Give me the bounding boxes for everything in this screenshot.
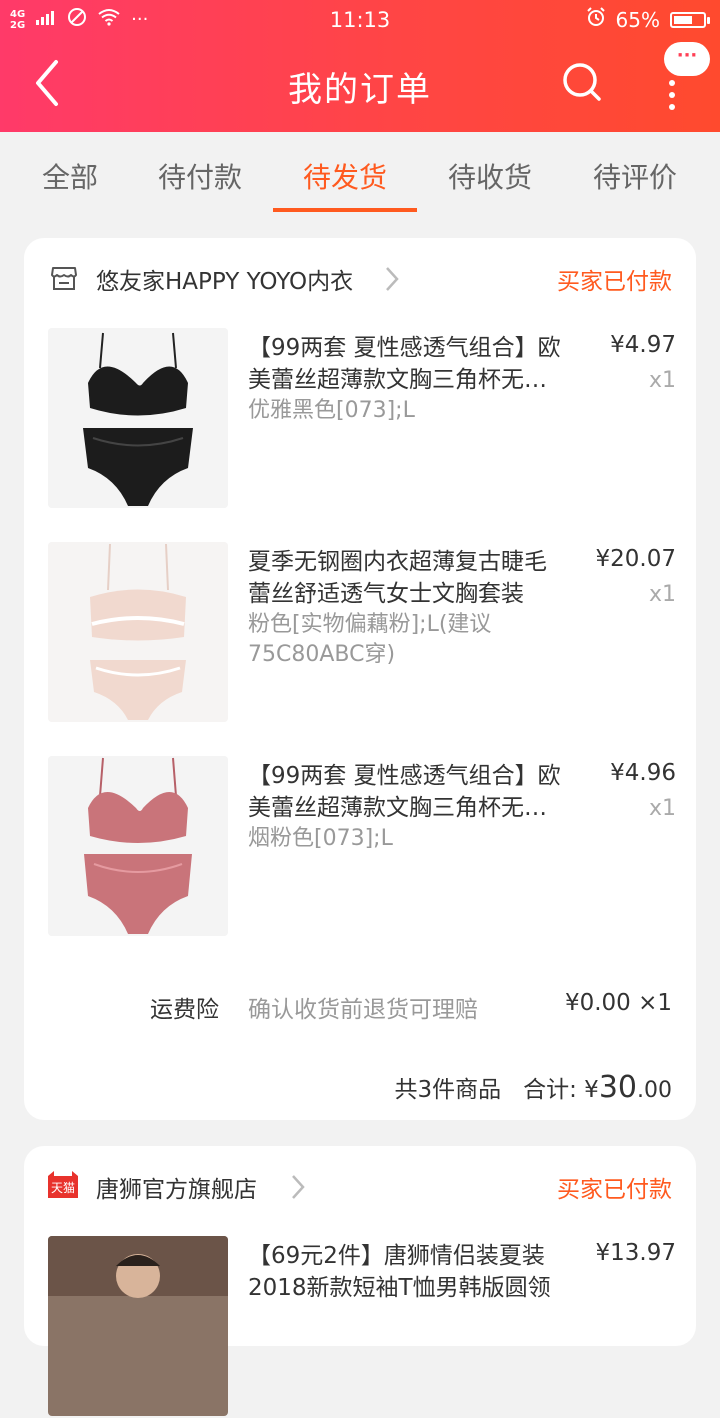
- tab-all[interactable]: 全部: [10, 156, 130, 196]
- product-price: ¥4.96: [610, 760, 676, 786]
- svg-text:天猫: 天猫: [51, 1181, 75, 1195]
- status-bar: 4G 2G ··· 11:13 65%: [0, 0, 720, 40]
- product-title[interactable]: 【69元2件】唐狮情侣装夏装2018新款短袖T恤男韩版圆领: [248, 1240, 568, 1304]
- shop-name[interactable]: 悠友家HAPPY YOYO内衣: [96, 262, 353, 296]
- product-title[interactable]: 【99两套 夏性感透气组合】欧美蕾丝超薄款文胸三角杯无钢圈聚拢内衣套装: [248, 760, 568, 824]
- tmall-badge-icon: 天猫: [46, 1170, 80, 1198]
- order-item[interactable]: 【99两套 夏性感透气组合】欧美蕾丝超薄款文胸三角杯无钢圈聚拢内衣套装 优雅黑色…: [24, 328, 696, 510]
- more-dots-icon: [669, 80, 675, 116]
- alarm-icon: [586, 7, 606, 32]
- search-button[interactable]: [560, 60, 610, 110]
- total-currency: ¥: [584, 1077, 599, 1103]
- product-image[interactable]: [48, 542, 228, 722]
- order-status: 买家已付款: [557, 269, 672, 295]
- chevron-right-icon[interactable]: [384, 266, 400, 292]
- more-menu-button[interactable]: ···: [650, 42, 714, 110]
- insurance-description: 确认收货前退货可理赔: [248, 997, 478, 1023]
- insurance-price: ¥0.00 ×1: [564, 990, 672, 1016]
- order-item[interactable]: 夏季无钢圈内衣超薄复古睫毛蕾丝舒适透气女士文胸套装 粉色[实物偏藕粉];L(建议…: [24, 542, 696, 724]
- total-label: 合计:: [523, 1077, 577, 1103]
- product-image[interactable]: [48, 756, 228, 936]
- message-bubble-icon[interactable]: ···: [664, 42, 710, 76]
- store-icon: [50, 264, 78, 292]
- product-image[interactable]: [48, 1236, 228, 1416]
- order-card[interactable]: 天猫 唐狮官方旗舰店 买家已付款 【69元2件】唐狮情侣装夏装2018新款短袖T…: [24, 1146, 696, 1416]
- product-title[interactable]: 【99两套 夏性感透气组合】欧美蕾丝超薄款文胸三角杯无钢圈聚拢内衣套装: [248, 332, 568, 396]
- tab-pending-payment[interactable]: 待付款: [140, 156, 260, 196]
- product-price: ¥20.07: [595, 546, 676, 572]
- shop-name[interactable]: 唐狮官方旗舰店: [96, 1170, 257, 1204]
- order-card[interactable]: 悠友家HAPPY YOYO内衣 买家已付款 【99两套 夏性感透气组合】欧美蕾丝…: [24, 238, 696, 1120]
- tab-pending-receipt[interactable]: 待收货: [430, 156, 550, 196]
- order-tabs: 全部 待付款 待发货 待收货 待评价: [0, 132, 720, 218]
- product-spec: 烟粉色[073];L: [248, 826, 393, 851]
- battery-percent: 65%: [615, 7, 660, 32]
- product-quantity: x1: [648, 796, 676, 821]
- product-title[interactable]: 夏季无钢圈内衣超薄复古睫毛蕾丝舒适透气女士文胸套装: [248, 546, 568, 610]
- product-spec: 粉色[实物偏藕粉];L(建议75C80ABC穿): [248, 612, 492, 667]
- battery-icon: [670, 11, 710, 28]
- shop-header[interactable]: 天猫 唐狮官方旗舰店 买家已付款: [24, 1146, 696, 1228]
- chevron-right-icon[interactable]: [290, 1174, 306, 1200]
- order-item[interactable]: 【99两套 夏性感透气组合】欧美蕾丝超薄款文胸三角杯无钢圈聚拢内衣套装 烟粉色[…: [24, 756, 696, 938]
- order-item[interactable]: 【69元2件】唐狮情侣装夏装2018新款短袖T恤男韩版圆领 ¥13.97: [24, 1236, 696, 1418]
- product-image[interactable]: [48, 328, 228, 508]
- product-price: ¥4.97: [610, 332, 676, 358]
- product-quantity: x1: [648, 582, 676, 607]
- shipping-insurance-row: 运费险 确认收货前退货可理赔 ¥0.00 ×1: [24, 990, 696, 1030]
- product-spec: 优雅黑色[073];L: [248, 398, 415, 423]
- product-price: ¥13.97: [595, 1240, 676, 1266]
- item-count: 共3件商品: [394, 1077, 502, 1103]
- tab-pending-review[interactable]: 待评价: [575, 156, 695, 196]
- insurance-label: 运费险: [150, 997, 219, 1023]
- order-summary: 共3件商品 合计: ¥30.00: [395, 1070, 672, 1105]
- shop-header[interactable]: 悠友家HAPPY YOYO内衣 买家已付款: [24, 238, 696, 320]
- tab-pending-shipment[interactable]: 待发货: [285, 156, 405, 196]
- product-quantity: x1: [648, 368, 676, 393]
- active-tab-indicator: [273, 208, 417, 212]
- page-title: 我的订单: [288, 70, 432, 110]
- order-status: 买家已付款: [557, 1177, 672, 1203]
- total-decimals: .00: [637, 1078, 672, 1103]
- app-header: 4G 2G ··· 11:13 65% 我的订单 ···: [0, 0, 720, 132]
- total-amount: 30: [598, 1070, 637, 1105]
